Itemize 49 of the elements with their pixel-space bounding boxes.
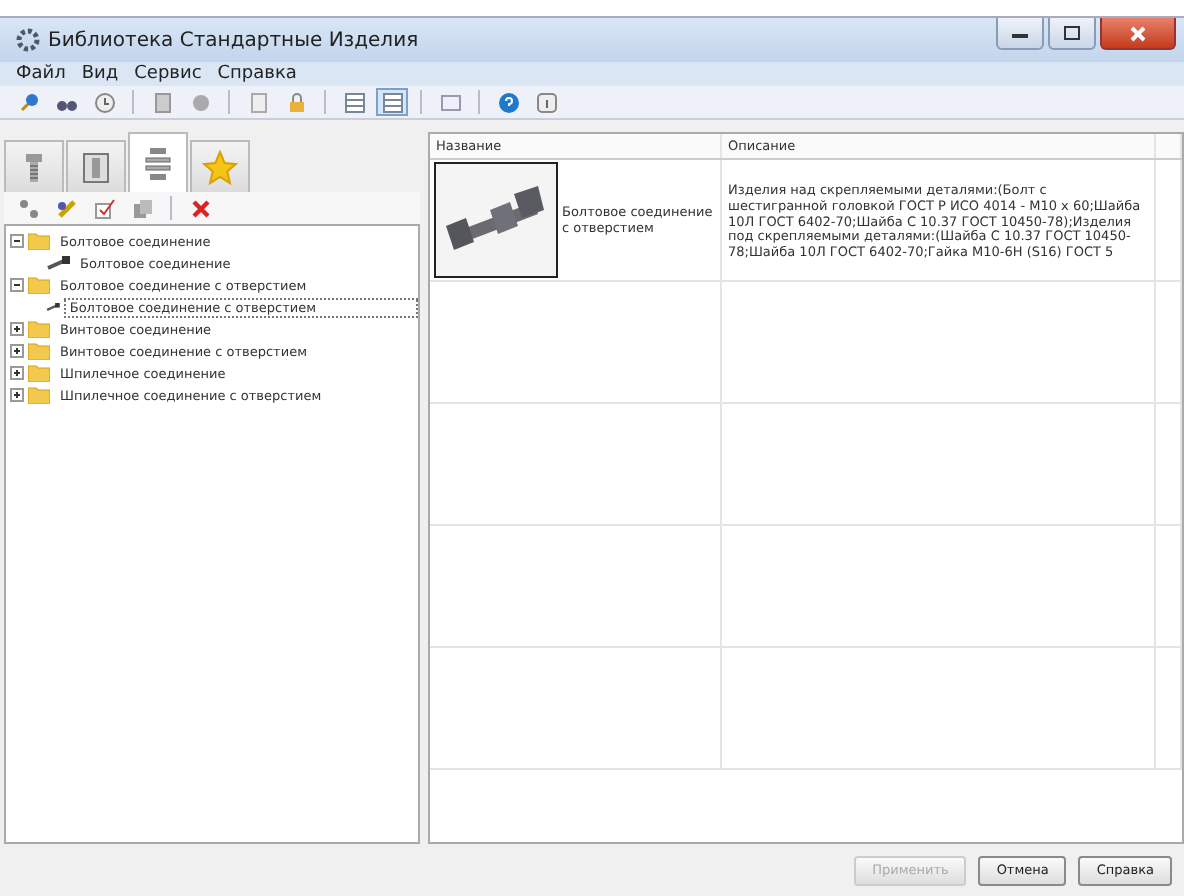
tab[interactable] (128, 132, 188, 192)
folder-icon (28, 364, 50, 382)
info-icon (535, 91, 557, 113)
menu-item[interactable]: Сервис (134, 64, 202, 84)
folder-icon (28, 342, 50, 360)
part-icon (78, 149, 114, 185)
lock-icon (285, 91, 307, 113)
minimize-button[interactable] (996, 18, 1044, 50)
washers-icon (140, 145, 176, 181)
expander-icon[interactable] (10, 234, 24, 248)
dots-icon (17, 197, 39, 219)
menu-item[interactable]: Справка (217, 64, 297, 84)
window-title: Библиотека Стандартные Изделия (48, 29, 421, 51)
close-icon (1130, 25, 1146, 41)
pencil-icon (55, 197, 77, 219)
expander-icon[interactable] (10, 366, 24, 380)
pushpin-icon (17, 91, 39, 113)
menu-item[interactable]: Файл (16, 64, 66, 84)
expander-icon[interactable] (10, 388, 24, 402)
minimize-icon (1012, 29, 1028, 37)
expander-icon[interactable] (10, 278, 24, 292)
menu-item[interactable]: Вид (81, 64, 119, 84)
bolt-icon (46, 300, 60, 314)
maximize-button[interactable] (1048, 18, 1096, 50)
close-button[interactable] (1100, 18, 1176, 50)
copy-icon (131, 197, 153, 219)
clock-icon (93, 91, 115, 113)
gear-icon (16, 28, 40, 52)
bolt-icon (46, 256, 70, 270)
maximize-icon (1064, 26, 1080, 40)
close-icon (189, 197, 211, 219)
folder-icon (28, 232, 50, 250)
star-icon (202, 149, 238, 185)
list-view-icon (343, 91, 365, 113)
document-icon (151, 91, 173, 113)
folder-icon (28, 386, 50, 404)
help-icon (497, 91, 519, 113)
expander-icon[interactable] (10, 344, 24, 358)
panel-icon (439, 91, 461, 113)
checkbox-icon (93, 197, 115, 219)
folder-icon (28, 276, 50, 294)
folder-icon (28, 320, 50, 338)
tab[interactable] (4, 140, 64, 192)
list-view-icon (381, 91, 403, 113)
toolbar-button[interactable] (376, 88, 408, 116)
tab[interactable] (66, 140, 126, 192)
page-icon (247, 91, 269, 113)
expander-icon[interactable] (10, 322, 24, 336)
disk-icon (189, 91, 211, 113)
